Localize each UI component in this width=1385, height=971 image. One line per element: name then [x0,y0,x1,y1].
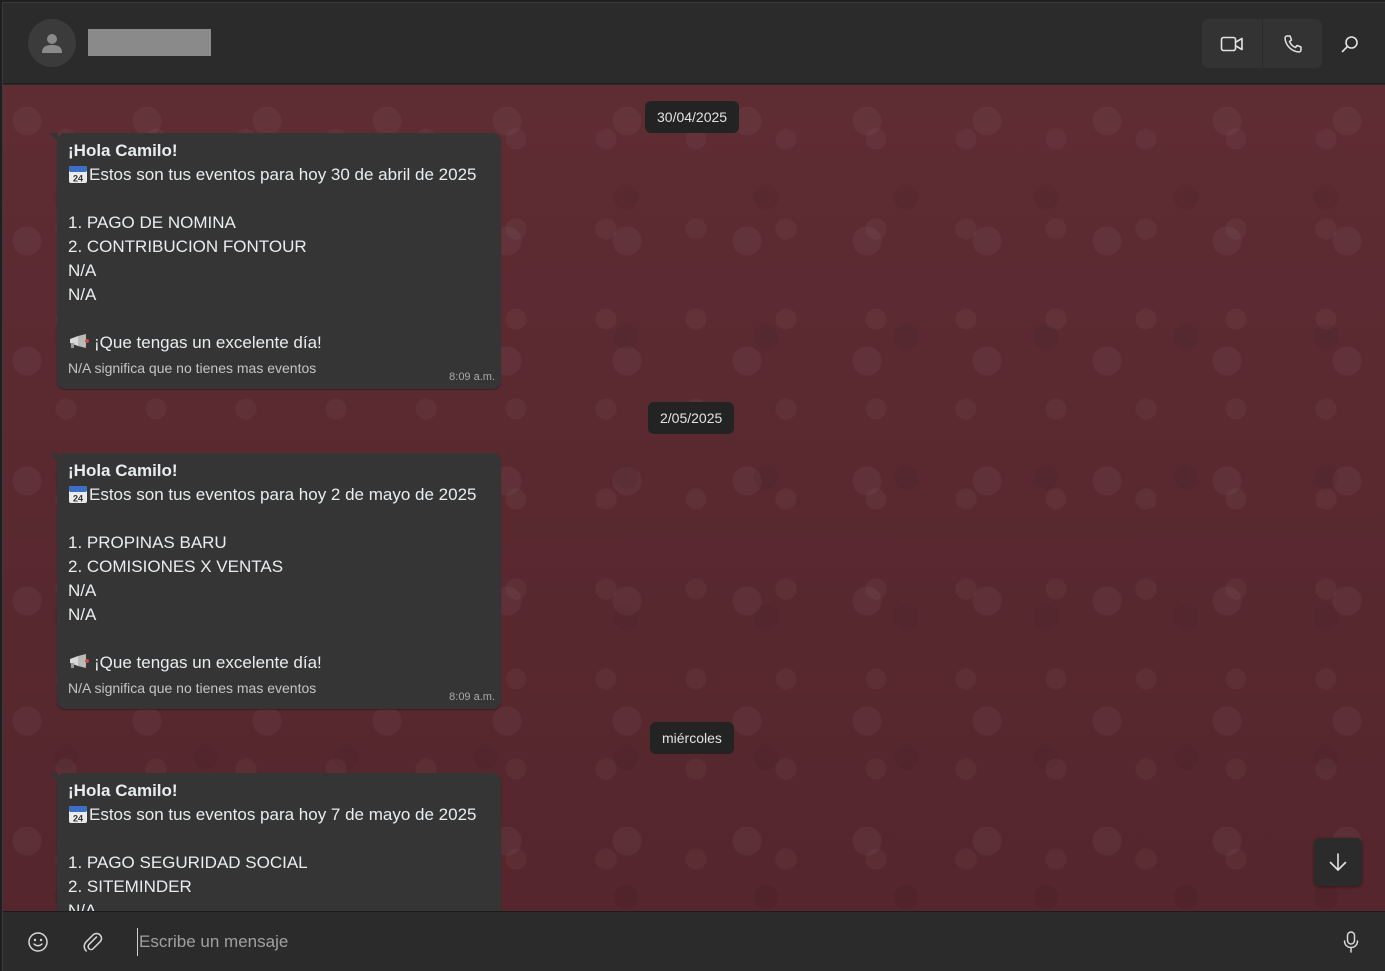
event-item: 1. PAGO DE NOMINA [68,213,236,232]
message-bubble[interactable]: ¡Hola Camilo! 24 Estos son tus eventos p… [50,133,501,389]
svg-text:24: 24 [73,814,83,824]
event-item: 2. SITEMINDER [68,877,192,896]
attach-button[interactable] [80,929,106,955]
megaphone-emoji-icon [70,654,89,668]
emoji-button[interactable] [25,929,51,955]
message-greeting: ¡Hola Camilo! [68,781,178,800]
date-divider: 2/05/2025 [648,402,735,434]
message-intro: Estos son tus eventos para hoy 7 de mayo… [89,805,477,824]
message-intro-line: 24 Estos son tus eventos para hoy 7 de m… [68,803,491,827]
message-note: N/A significa que no tienes mas eventos [68,360,317,376]
search-button[interactable] [1334,28,1366,60]
event-item: 2. COMISIONES X VENTAS [68,557,284,576]
voice-message-button[interactable] [1338,929,1364,955]
calendar-emoji-icon: 24 [69,166,87,184]
calendar-emoji-icon: 24 [69,486,87,504]
person-icon [42,34,62,53]
message-intro-line: 24 Estos son tus eventos para hoy 2 de m… [68,483,491,507]
chat-messages-area[interactable]: 30/04/2025 ¡Hola Camilo! 24 Estos son tu… [3,85,1385,911]
event-item: N/A [68,581,97,600]
message-intro-line: 24 Estos son tus eventos para hoy 30 de … [68,163,491,187]
date-divider: 30/04/2025 [645,101,740,133]
message-bubble[interactable]: ¡Hola Camilo! 24 Estos son tus eventos p… [50,453,501,709]
chat-header [3,3,1385,84]
voice-call-button[interactable] [1262,19,1322,68]
smiley-icon [28,932,48,952]
microphone-icon [1343,931,1359,953]
calendar-emoji-icon: 24 [69,806,87,824]
message-closing-line: ¡Que tengas un excelente día! [68,651,491,675]
message-greeting: ¡Hola Camilo! [68,461,178,480]
arrow-down-icon [1329,853,1347,871]
whatsapp-window: 30/04/2025 ¡Hola Camilo! 24 Estos son tu… [2,2,1385,971]
message-greeting: ¡Hola Camilo! [68,141,178,160]
contact-avatar[interactable] [28,19,76,67]
event-item: N/A [68,285,97,304]
phone-icon [1283,34,1302,53]
message-timestamp: 8:09 a.m. [449,691,495,703]
paperclip-icon [83,932,103,952]
contact-name[interactable] [88,29,211,56]
message-closing: ¡Que tengas un excelente día! [94,653,322,672]
message-note: N/A significa que no tienes mas eventos [68,680,317,696]
event-item: 1. PROPINAS BARU [68,533,227,552]
message-composer [3,911,1385,971]
svg-text:24: 24 [73,174,83,184]
message-closing-line: ¡Que tengas un excelente día! [68,331,491,355]
message-input[interactable] [137,928,1287,956]
event-item: 1. PAGO SEGURIDAD SOCIAL [68,853,308,872]
event-item: N/A [68,901,97,911]
event-item: N/A [68,605,97,624]
message-timestamp: 8:09 a.m. [449,371,495,383]
date-divider: miércoles [650,722,734,754]
event-item: 2. CONTRIBUCION FONTOUR [68,237,307,256]
megaphone-emoji-icon [70,334,89,348]
message-bubble[interactable]: ¡Hola Camilo! 24 Estos son tus eventos p… [50,773,501,911]
message-closing: ¡Que tengas un excelente día! [94,333,322,352]
message-intro: Estos son tus eventos para hoy 2 de mayo… [89,485,477,504]
video-call-button[interactable] [1202,19,1262,68]
call-button-group [1202,19,1322,68]
message-intro: Estos son tus eventos para hoy 30 de abr… [89,165,477,184]
video-camera-icon [1220,36,1243,51]
search-icon [1341,36,1358,53]
scroll-to-bottom-button[interactable] [1314,838,1362,886]
svg-text:24: 24 [73,494,83,504]
event-item: N/A [68,261,97,280]
